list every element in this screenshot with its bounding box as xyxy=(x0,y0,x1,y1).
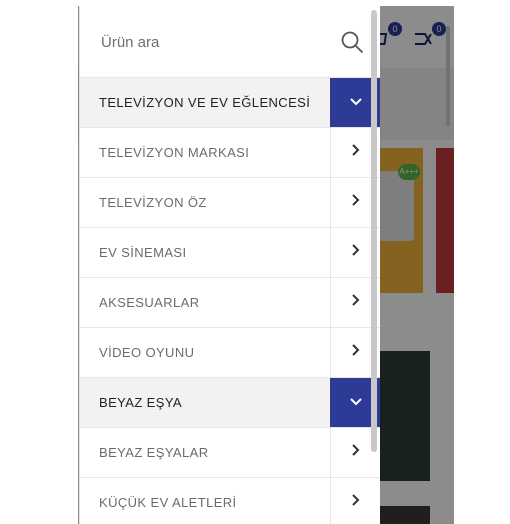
chevron-down-icon xyxy=(349,94,363,112)
chevron-right-icon xyxy=(351,143,361,162)
menu-item-label: AKSESUARLAR xyxy=(99,295,200,310)
menu-item-aksesuarlar[interactable]: AKSESUARLAR xyxy=(80,278,380,328)
menu-item-kucuk-ev-aletleri[interactable]: KÜÇÜK EV ALETLERİ xyxy=(80,478,380,524)
search-bar xyxy=(80,6,380,78)
menu-item-label: KÜÇÜK EV ALETLERİ xyxy=(99,495,237,510)
submenu-button[interactable] xyxy=(330,478,380,524)
chevron-right-icon xyxy=(351,343,361,362)
menu-item-televizyon-oz[interactable]: TELEVİZYON ÖZ xyxy=(80,178,380,228)
drawer-scrollbar[interactable] xyxy=(371,10,377,452)
search-input[interactable] xyxy=(99,26,333,58)
menu-item-label: TELEVİZYON ÖZ xyxy=(99,195,207,210)
chevron-right-icon xyxy=(351,243,361,262)
menu-item-label: BEYAZ EŞYA xyxy=(99,395,182,410)
chevron-down-icon xyxy=(349,394,363,412)
menu-item-label: TELEVİZYON MARKASI xyxy=(99,145,250,160)
category-menu: TELEVİZYON VE EV EĞLENCESİ TELEVİZYON MA… xyxy=(80,78,380,524)
menu-item-televizyon-ve-ev-eglencesi[interactable]: TELEVİZYON VE EV EĞLENCESİ xyxy=(80,78,380,128)
side-drawer: TELEVİZYON VE EV EĞLENCESİ TELEVİZYON MA… xyxy=(79,6,380,524)
menu-item-ev-sinemasi[interactable]: EV SİNEMASI xyxy=(80,228,380,278)
chevron-right-icon xyxy=(351,193,361,212)
search-icon[interactable] xyxy=(340,30,364,54)
menu-item-video-oyunu[interactable]: VİDEO OYUNU xyxy=(80,328,380,378)
menu-item-label: TELEVİZYON VE EV EĞLENCESİ xyxy=(99,95,311,110)
menu-item-beyaz-esya[interactable]: BEYAZ EŞYA xyxy=(80,378,380,428)
menu-item-label: VİDEO OYUNU xyxy=(99,345,195,360)
menu-item-beyaz-esyalar[interactable]: BEYAZ EŞYALAR xyxy=(80,428,380,478)
chevron-right-icon xyxy=(351,493,361,512)
chevron-right-icon xyxy=(351,293,361,312)
chevron-right-icon xyxy=(351,443,361,462)
menu-item-televizyon-markasi[interactable]: TELEVİZYON MARKASI xyxy=(80,128,380,178)
menu-item-label: EV SİNEMASI xyxy=(99,245,187,260)
menu-item-label: BEYAZ EŞYALAR xyxy=(99,445,209,460)
